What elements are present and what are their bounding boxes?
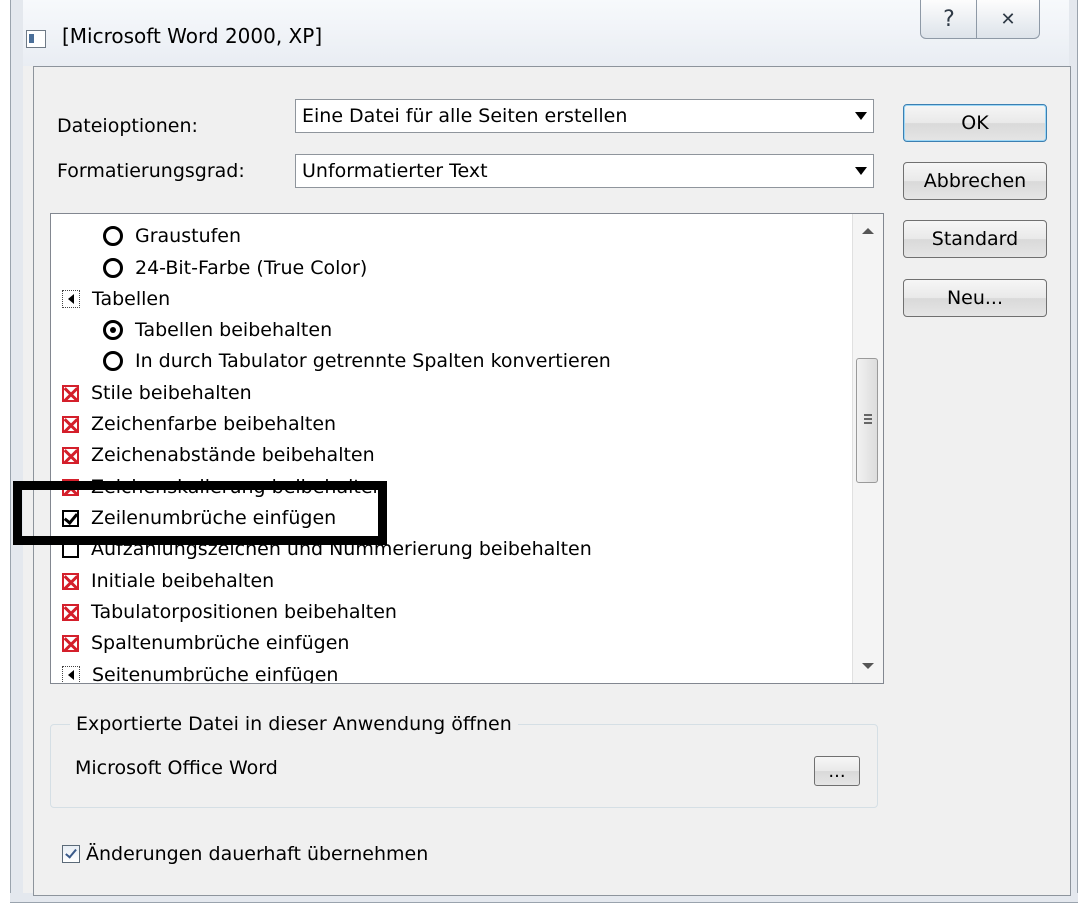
disabled-checkbox-icon[interactable] — [62, 634, 79, 652]
radio-icon[interactable] — [103, 351, 123, 371]
list-item-label: Zeichenfarbe beibehalten — [91, 413, 337, 435]
disabled-checkbox-icon[interactable] — [62, 572, 79, 590]
expander-icon[interactable] — [62, 290, 80, 308]
file-options-select[interactable]: Eine Datei für alle Seiten erstellen — [295, 99, 874, 133]
list-item-label: Seitenumbrüche einfügen — [92, 664, 339, 684]
list-item-label: Graustufen — [135, 225, 242, 247]
window-title: [Microsoft Word 2000, XP] — [62, 24, 323, 48]
disabled-checkbox-icon[interactable] — [62, 384, 79, 402]
radio-icon[interactable] — [103, 226, 123, 246]
list-item-label: Stile beibehalten — [91, 382, 252, 404]
chevron-down-icon — [855, 167, 867, 175]
grip-icon — [864, 414, 872, 416]
file-options-value: Eine Datei für alle Seiten erstellen — [302, 105, 628, 127]
radio-selected-icon[interactable] — [103, 320, 123, 340]
highlight-annotation — [13, 481, 387, 545]
format-level-value: Unformatierter Text — [302, 160, 488, 182]
export-options-list[interactable]: Graustufen 24-Bit-Farbe (True Color) Tab… — [50, 213, 884, 684]
new-button[interactable]: Neu... — [903, 279, 1047, 317]
list-item[interactable]: Graustufen — [103, 221, 241, 251]
disabled-checkbox-icon[interactable] — [62, 415, 79, 433]
standard-button[interactable]: Standard — [903, 220, 1047, 258]
list-item-label: Tabellen beibehalten — [135, 319, 333, 341]
persist-checkbox[interactable] — [62, 845, 80, 863]
list-item[interactable]: Tabellen beibehalten — [103, 315, 332, 345]
scroll-down-icon[interactable] — [862, 663, 874, 669]
persist-label[interactable]: Änderungen dauerhaft übernehmen — [86, 843, 428, 865]
title-bar[interactable]: [Microsoft Word 2000, XP] ? ✕ — [10, 0, 1078, 66]
close-icon: ✕ — [1000, 8, 1016, 30]
scroll-up-icon[interactable] — [862, 228, 874, 234]
export-app-group-title: Exportierte Datei in dieser Anwendung öf… — [70, 713, 518, 735]
list-item-label: Tabellen — [92, 288, 171, 310]
list-item[interactable]: In durch Tabulator getrennte Spalten kon… — [103, 346, 611, 376]
list-item-label: Spaltenumbrüche einfügen — [91, 632, 350, 654]
help-button[interactable]: ? — [920, 0, 978, 39]
list-scrollbar[interactable] — [852, 214, 883, 683]
list-item-label: 24-Bit-Farbe (True Color) — [135, 257, 368, 279]
list-item[interactable]: Zeichenabstände beibehalten — [62, 440, 375, 470]
list-item[interactable]: 24-Bit-Farbe (True Color) — [103, 253, 367, 283]
list-item[interactable]: Initiale beibehalten — [62, 566, 274, 596]
export-app-name: Microsoft Office Word — [75, 757, 278, 779]
format-level-label: Formatierungsgrad: — [57, 160, 245, 182]
dialog-window: [Microsoft Word 2000, XP] ? ✕ Dateioptio… — [10, 0, 1078, 903]
list-item[interactable]: Seitenumbrüche einfügen — [62, 660, 339, 684]
app-icon — [26, 30, 46, 48]
browse-button[interactable]: ... — [814, 756, 860, 786]
list-item-label: Zeichenabstände beibehalten — [91, 444, 375, 466]
disabled-checkbox-icon[interactable] — [62, 603, 79, 621]
list-item[interactable]: Spaltenumbrüche einfügen — [62, 628, 349, 658]
help-icon: ? — [943, 6, 955, 32]
list-item-label: In durch Tabulator getrennte Spalten kon… — [135, 350, 611, 372]
ok-button[interactable]: OK — [903, 104, 1047, 142]
list-item[interactable]: Tabellen — [62, 284, 170, 314]
radio-icon[interactable] — [103, 258, 123, 278]
file-options-label: Dateioptionen: — [57, 115, 198, 137]
chevron-down-icon — [855, 112, 867, 120]
close-button[interactable]: ✕ — [976, 0, 1040, 39]
expander-icon[interactable] — [62, 666, 80, 683]
list-item[interactable]: Stile beibehalten — [62, 378, 252, 408]
list-item-label: Initiale beibehalten — [91, 570, 275, 592]
window-frame-left — [10, 0, 23, 903]
list-item-label: Tabulatorpositionen beibehalten — [91, 601, 397, 623]
disabled-checkbox-icon[interactable] — [62, 446, 79, 464]
cancel-button[interactable]: Abbrechen — [903, 162, 1047, 200]
list-item[interactable]: Tabulatorpositionen beibehalten — [62, 597, 397, 627]
list-item[interactable]: Zeichenfarbe beibehalten — [62, 409, 336, 439]
scroll-thumb[interactable] — [856, 358, 878, 483]
format-level-select[interactable]: Unformatierter Text — [295, 154, 874, 188]
